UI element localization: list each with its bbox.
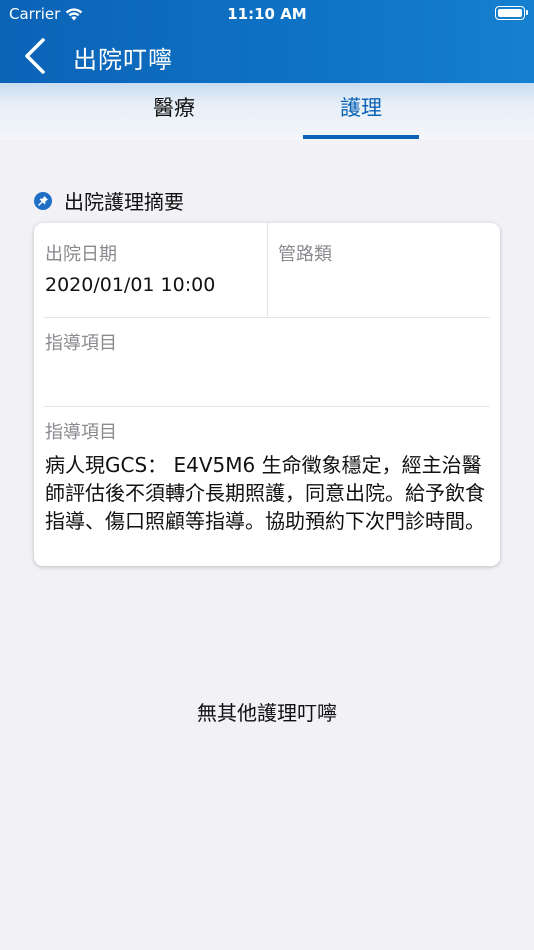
tube-label: 管路類 [278, 244, 332, 265]
discharge-summary-card: 出院日期 2020/01/01 10:00 管路類 指導項目 指導項目 病人現G… [34, 223, 500, 566]
row-divider [44, 317, 490, 318]
back-chevron-icon [25, 38, 45, 74]
discharge-date-value: 2020/01/01 10:00 [45, 274, 216, 296]
tab-medical[interactable]: 醫療 [116, 83, 232, 140]
tab-nursing[interactable]: 護理 [303, 83, 419, 140]
row-divider [44, 406, 490, 407]
section-header: 出院護理摘要 [34, 186, 184, 215]
no-more-nursing-reminders: 無其他護理叮嚀 [197, 701, 337, 725]
tab-nursing-label: 護理 [340, 96, 382, 120]
tab-bar: 醫療 護理 [0, 83, 534, 140]
status-bar: Carrier 11:10 AM [0, 0, 534, 30]
section-title: 出院護理摘要 [64, 190, 184, 214]
guidance-label: 指導項目 [45, 333, 117, 354]
navigation-bar: 出院叮嚀 [0, 30, 534, 83]
page-title: 出院叮嚀 [73, 46, 173, 74]
back-button[interactable] [18, 36, 52, 76]
pin-icon [34, 191, 52, 210]
tab-selected-indicator [303, 135, 419, 139]
cell-divider [267, 223, 268, 317]
status-time: 11:10 AM [227, 5, 307, 23]
guidance-note-label: 指導項目 [45, 422, 117, 443]
app-header: Carrier 11:10 AM 出院叮嚀 [0, 0, 534, 83]
guidance-note-text: 病人現GCS： E4V5M6 生命徵象穩定，經主治醫師評估後不須轉介長期照護，同… [45, 453, 485, 533]
discharge-date-label: 出院日期 [45, 244, 117, 265]
battery-icon [495, 6, 528, 20]
